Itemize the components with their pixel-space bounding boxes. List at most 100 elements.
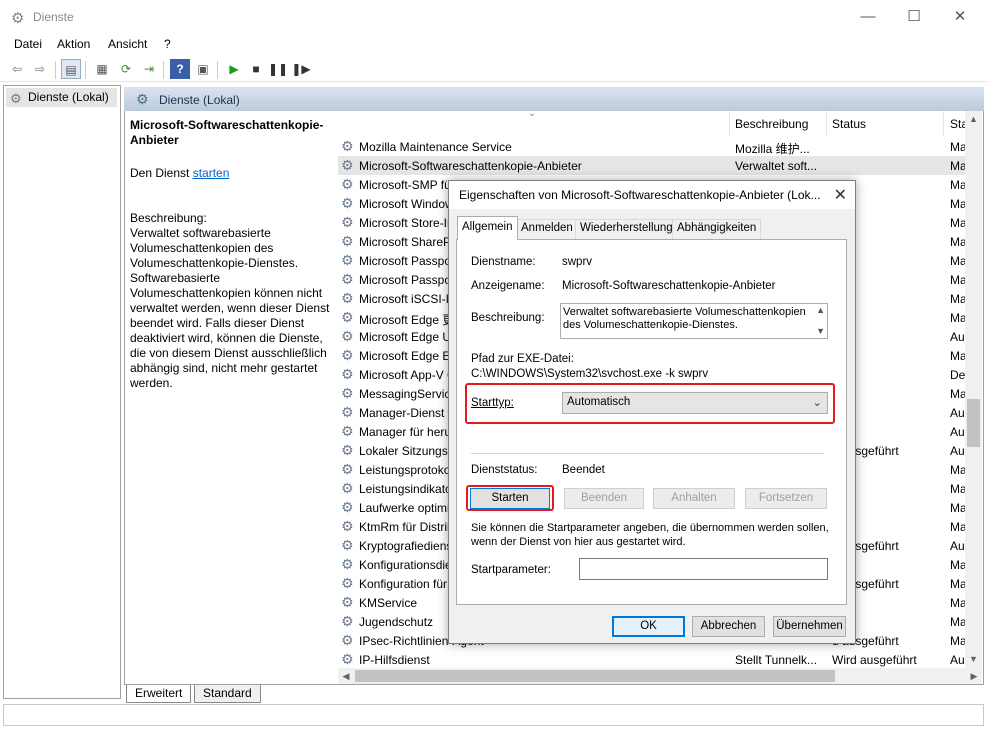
start-button[interactable]: Starten <box>470 488 550 509</box>
row-startup-type: Ma <box>950 577 965 591</box>
back-arrow-icon[interactable]: ⇦ <box>7 59 27 79</box>
scroll-thumb[interactable] <box>967 399 980 447</box>
row-startup-type: Ma <box>950 501 965 515</box>
pause-icon[interactable]: ❚❚ <box>268 59 288 79</box>
console-tree-icon[interactable]: ▤ <box>61 59 81 79</box>
tab-standard[interactable]: Standard <box>194 685 261 703</box>
gear-icon: ⚙ <box>341 366 354 382</box>
resume-button[interactable]: Fortsetzen <box>745 488 827 509</box>
gear-icon: ⚙ <box>341 461 354 477</box>
dialog-close-icon[interactable]: ✕ <box>834 185 847 205</box>
row-startup-type: Ma <box>950 197 965 211</box>
column-header-status[interactable]: Status <box>832 117 866 131</box>
forward-arrow-icon[interactable]: ⇨ <box>30 59 50 79</box>
pause-button-label: Anhalten <box>671 492 717 504</box>
main-header: ⚙ Dienste (Lokal) <box>124 87 984 111</box>
close-button[interactable]: ✕ <box>937 0 983 34</box>
pause-button[interactable]: Anhalten <box>653 488 735 509</box>
tab-anmelden[interactable]: Anmelden <box>516 219 578 239</box>
row-startup-type: Ma <box>950 615 965 629</box>
gear-icon: ⚙ <box>341 290 354 306</box>
ok-button-label: OK <box>640 620 657 632</box>
row-startup-type: Au <box>950 444 965 458</box>
tab-allgemein[interactable]: Allgemein <box>457 216 518 240</box>
tree-node-services-local[interactable]: ⚙ Dienste (Lokal) <box>6 88 117 107</box>
tab-erweitert[interactable]: Erweitert <box>126 685 192 703</box>
maximize-button[interactable]: ☐ <box>891 0 937 34</box>
export-list-icon[interactable]: ⇥ <box>139 59 159 79</box>
row-name: Microsoft-Softwareschattenkopie-Anbieter <box>359 159 582 173</box>
gear-icon: ⚙ <box>341 480 354 496</box>
gear-icon: ⚙ <box>341 632 354 648</box>
chevron-down-icon: ⌄ <box>812 397 822 409</box>
row-name: KMService <box>359 596 418 610</box>
properties-sheet-icon[interactable]: ▦ <box>92 59 112 79</box>
service-description-text: Beschreibung: Verwaltet softwarebasierte… <box>130 211 330 390</box>
start-prefix: Den Dienst <box>130 166 193 180</box>
gear-icon: ⚙ <box>341 575 354 591</box>
scroll-left-icon[interactable]: ◀ <box>338 668 354 684</box>
row-name: Kryptografiedienste <box>359 539 463 553</box>
display-name-label: Anzeigename: <box>471 280 545 292</box>
gear-icon: ⚙ <box>341 651 354 667</box>
row-startup-type: Ma <box>950 311 965 325</box>
column-header-description[interactable]: Beschreibung <box>735 117 808 131</box>
start-params-input[interactable] <box>579 558 828 580</box>
row-startup-type: Ma <box>950 159 965 173</box>
scroll-up-icon[interactable]: ▲ <box>965 111 982 128</box>
table-row[interactable]: ⚙ Microsoft-Softwareschattenkopie-Anbiete… <box>338 156 965 175</box>
tab-abhaengigkeiten[interactable]: Abhängigkeiten <box>672 219 762 239</box>
menu-help[interactable]: ? <box>164 37 171 51</box>
gear-icon: ⚙ <box>136 91 149 107</box>
stop-button[interactable]: Beenden <box>564 488 644 509</box>
toolbar-separator <box>55 61 56 79</box>
row-startup-type: Ma <box>950 235 965 249</box>
row-startup-type: Au <box>950 330 965 344</box>
cancel-button[interactable]: Abbrechen <box>692 616 765 637</box>
description-panel: Microsoft-Softwareschattenkopie-Anbieter… <box>130 118 330 418</box>
menu-aktion[interactable]: Aktion <box>57 37 90 51</box>
start-params-label: Startparameter: <box>471 564 551 576</box>
gear-icon: ⚙ <box>341 309 354 325</box>
main-header-title: Dienste (Lokal) <box>159 93 240 107</box>
toolbar: ⇦ ⇨ ▤ ▦ ⟳ ⇥ ? ▣ ▶ ■ ❚❚ ❚▶ <box>0 56 987 82</box>
row-startup-type: Au <box>950 653 965 667</box>
startup-type-select[interactable]: Automatisch ⌄ <box>562 392 828 414</box>
gear-icon: ⚙ <box>341 176 354 192</box>
ok-button[interactable]: OK <box>612 616 685 637</box>
menu-datei[interactable]: Datei <box>14 37 42 51</box>
apply-button[interactable]: Übernehmen <box>773 616 846 637</box>
stop-icon[interactable]: ■ <box>246 59 266 79</box>
refresh-icon[interactable]: ⟳ <box>116 59 136 79</box>
vertical-scrollbar[interactable]: ▲ ▼ <box>965 111 982 668</box>
scroll-right-icon[interactable]: ▶ <box>966 668 982 684</box>
help-icon[interactable]: ? <box>170 59 190 79</box>
row-name: Mozilla Maintenance Service <box>359 140 512 154</box>
row-startup-type: Au <box>950 539 965 553</box>
minimize-button[interactable]: — <box>845 0 891 34</box>
row-startup-type: Ma <box>950 463 965 477</box>
textbox-scroll-up-icon[interactable]: ▲ <box>816 304 825 317</box>
scroll-down-icon[interactable]: ▼ <box>965 651 982 668</box>
textbox-scroll-down-icon[interactable]: ▼ <box>816 325 825 338</box>
scroll-thumb[interactable] <box>355 670 835 682</box>
menu-ansicht[interactable]: Ansicht <box>108 37 147 51</box>
table-row[interactable]: ⚙ Mozilla Maintenance Service Mozilla 维护..… <box>338 137 965 156</box>
console-tree: ⚙ Dienste (Lokal) <box>3 85 121 699</box>
play-icon[interactable]: ▶ <box>224 59 244 79</box>
row-name: Jugendschutz <box>359 615 434 629</box>
general-tab-panel: Dienstname: swprv Anzeigename: Microsoft… <box>456 239 847 605</box>
restart-icon[interactable]: ❚▶ <box>291 59 311 79</box>
horizontal-scrollbar[interactable]: ◀ ▶ <box>338 668 982 684</box>
table-row[interactable]: ⚙ IP-Hilfsdienst Stellt Tunnelk... Wird aus… <box>338 650 965 668</box>
gear-icon: ⚙ <box>341 233 354 249</box>
tab-wiederherstellung[interactable]: Wiederherstellung <box>575 219 678 239</box>
exe-path-value: C:\WINDOWS\System32\svchost.exe -k swprv <box>471 368 709 380</box>
view-icon[interactable]: ▣ <box>193 59 213 79</box>
column-header-startup[interactable]: Sta <box>950 117 965 131</box>
start-params-hint: Sie können die Startparameter angeben, d… <box>471 522 829 548</box>
toolbar-separator <box>217 61 218 79</box>
start-service-line: Den Dienst starten <box>130 166 229 180</box>
start-service-link[interactable]: starten <box>193 166 230 180</box>
description-textbox[interactable]: Verwaltet softwarebasierte Volumeschatte… <box>560 303 828 339</box>
